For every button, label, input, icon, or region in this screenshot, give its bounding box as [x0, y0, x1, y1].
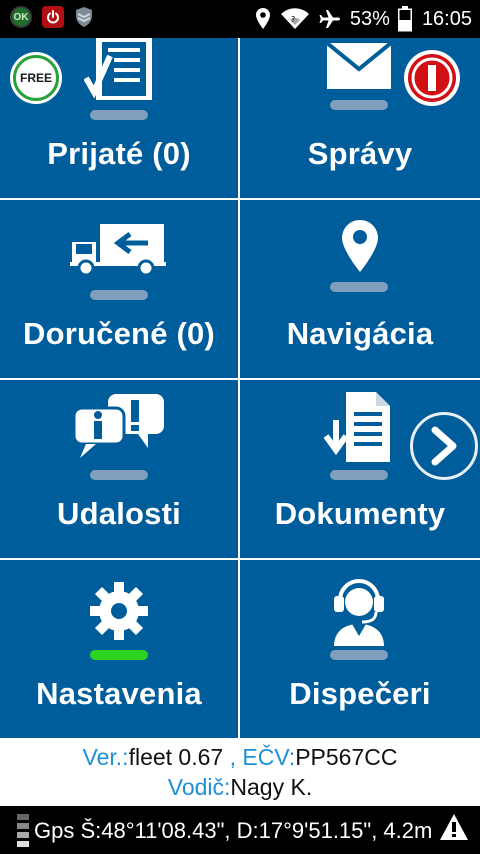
tile-label: Správy — [307, 136, 413, 171]
airplane-icon — [319, 10, 340, 28]
delivery-truck-icon — [70, 224, 166, 276]
alert-badge — [404, 50, 460, 106]
tile-label: Prijaté (0) — [47, 136, 191, 171]
device-info: Ver.:fleet 0.67 , EČV:PP567CC Vodič:Nagy… — [0, 738, 480, 806]
status-bar-indicator-active — [90, 650, 148, 660]
battery-percent: 53% — [349, 7, 390, 30]
tile-prijate[interactable]: Prijaté (0) FREE — [0, 38, 238, 198]
gps-bar: Gps Š:48°11'08.43", D:17°9'51.15", 4.2m — [0, 806, 480, 854]
battery-icon — [397, 6, 412, 32]
status-bar-indicator — [330, 650, 388, 660]
status-bar-indicator — [90, 290, 148, 300]
version-line: Ver.:fleet 0.67 , EČV:PP567CC — [0, 742, 480, 772]
next-page-button[interactable] — [410, 412, 478, 480]
tile-label: Udalosti — [57, 496, 181, 531]
info-chat-icon — [72, 394, 164, 458]
tile-label: Dispečeri — [289, 676, 431, 711]
tile-dokumenty[interactable]: Dokumenty — [240, 380, 480, 558]
chevron-right-icon — [431, 426, 457, 466]
clock: 16:05 — [421, 7, 472, 30]
tile-label: Nastavenia — [36, 676, 202, 711]
tile-dorucene[interactable]: Doručené (0) — [0, 200, 238, 378]
main-menu-grid: Prijaté (0) FREE Správy Doručené (0) Nav… — [0, 38, 480, 738]
driver-line: Vodič:Nagy K. — [0, 772, 480, 802]
status-bar-indicator — [330, 470, 388, 480]
tile-dispeceri[interactable]: Dispečeri — [240, 560, 480, 738]
version-value: fleet 0.67 — [128, 744, 224, 770]
svg-text:?: ? — [291, 15, 295, 24]
location-icon — [255, 8, 270, 29]
shield-icon — [76, 7, 92, 27]
gps-readout: Gps Š:48°11'08.43", D:17°9'51.15", 4.2m — [34, 818, 433, 843]
ok-icon: OK — [10, 6, 32, 28]
version-key: Ver.: — [82, 744, 129, 770]
ecv-value: PP567CC — [295, 744, 398, 770]
clipboard-check-icon — [84, 38, 152, 100]
map-pin-icon — [342, 220, 378, 272]
status-bar-indicator — [90, 470, 148, 480]
operator-headset-icon — [334, 579, 384, 646]
free-badge-text: FREE — [13, 55, 59, 101]
document-download-icon — [324, 392, 390, 462]
wifi-icon: ? — [280, 8, 309, 29]
tile-spravy[interactable]: Správy — [240, 38, 480, 198]
signal-strength-icon — [17, 814, 29, 847]
gear-icon — [90, 582, 148, 640]
tile-label: Dokumenty — [274, 496, 446, 531]
driver-value: Nagy K. — [230, 774, 313, 800]
status-bar-indicator — [90, 110, 148, 120]
tile-navigacia[interactable]: Navigácia — [240, 200, 480, 378]
status-bar: OK ? 53% 16:05 — [0, 0, 480, 38]
status-bar-indicator — [330, 282, 388, 292]
ok-badge-text: OK — [13, 11, 29, 23]
tile-label: Doručené (0) — [23, 316, 215, 351]
tile-label: Navigácia — [286, 316, 434, 351]
power-icon — [42, 6, 64, 28]
envelope-icon — [326, 42, 392, 89]
ecv-key: , EČV: — [223, 744, 296, 770]
status-bar-indicator — [330, 100, 388, 110]
tile-udalosti[interactable]: Udalosti — [0, 380, 238, 558]
driver-key: Vodič: — [167, 774, 231, 800]
warning-icon[interactable] — [438, 812, 470, 842]
tile-nastavenia[interactable]: Nastavenia — [0, 560, 238, 738]
free-badge: FREE — [10, 52, 62, 104]
alert-icon — [408, 54, 456, 102]
